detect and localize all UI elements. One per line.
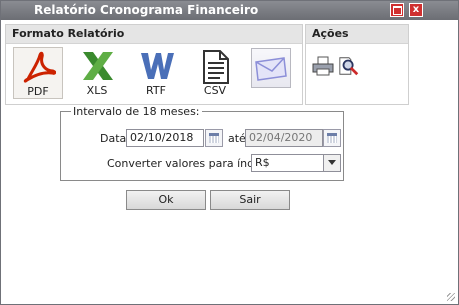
formato-heading: Formato Relatório — [6, 25, 302, 44]
acoes-heading: Ações — [306, 25, 408, 44]
rtf-export-button[interactable]: RTF — [131, 47, 181, 99]
pdf-icon — [23, 51, 56, 83]
csv-icon — [203, 50, 229, 84]
preview-icon[interactable] — [338, 55, 360, 77]
resize-handle[interactable] — [447, 293, 455, 301]
converter-select[interactable]: R$ — [251, 154, 341, 172]
rtf-label: RTF — [146, 84, 166, 97]
email-export-button[interactable] — [250, 47, 300, 99]
formato-relatorio-panel: Formato Relatório PDF XLS RTF CSV — [5, 24, 303, 105]
xls-icon — [83, 52, 113, 80]
csv-label: CSV — [203, 84, 227, 97]
ok-button[interactable]: Ok — [126, 190, 206, 210]
intervalo-legend: Intervalo de 18 meses: — [73, 105, 200, 118]
converter-label: Converter valores para índice: — [107, 157, 274, 170]
converter-value: R$ — [255, 156, 270, 169]
calendar-start-icon[interactable] — [205, 129, 223, 147]
data-end-input: 02/04/2020 — [245, 129, 323, 147]
data-start-input[interactable]: 02/10/2018 — [126, 129, 204, 147]
rtf-icon — [141, 53, 174, 79]
xls-label: XLS — [86, 84, 108, 97]
window-title: Relatório Cronograma Financeiro — [34, 3, 259, 17]
acoes-panel: Ações — [305, 24, 409, 105]
title-bar[interactable]: Relatório Cronograma Financeiro x — [1, 1, 458, 20]
printer-icon[interactable] — [312, 55, 334, 77]
sair-button[interactable]: Sair — [210, 190, 290, 210]
csv-export-button[interactable]: CSV — [190, 47, 240, 99]
close-icon[interactable]: x — [409, 3, 423, 17]
maximize-icon[interactable] — [390, 3, 404, 17]
calendar-end-icon[interactable] — [323, 129, 341, 147]
xls-export-button[interactable]: XLS — [72, 47, 122, 99]
chevron-down-icon[interactable] — [323, 155, 340, 171]
report-window: Relatório Cronograma Financeiro x Format… — [0, 0, 459, 305]
email-icon — [255, 57, 287, 81]
pdf-export-button[interactable]: PDF — [13, 47, 63, 99]
ate-label: até — [228, 132, 246, 145]
pdf-label: PDF — [27, 85, 49, 98]
